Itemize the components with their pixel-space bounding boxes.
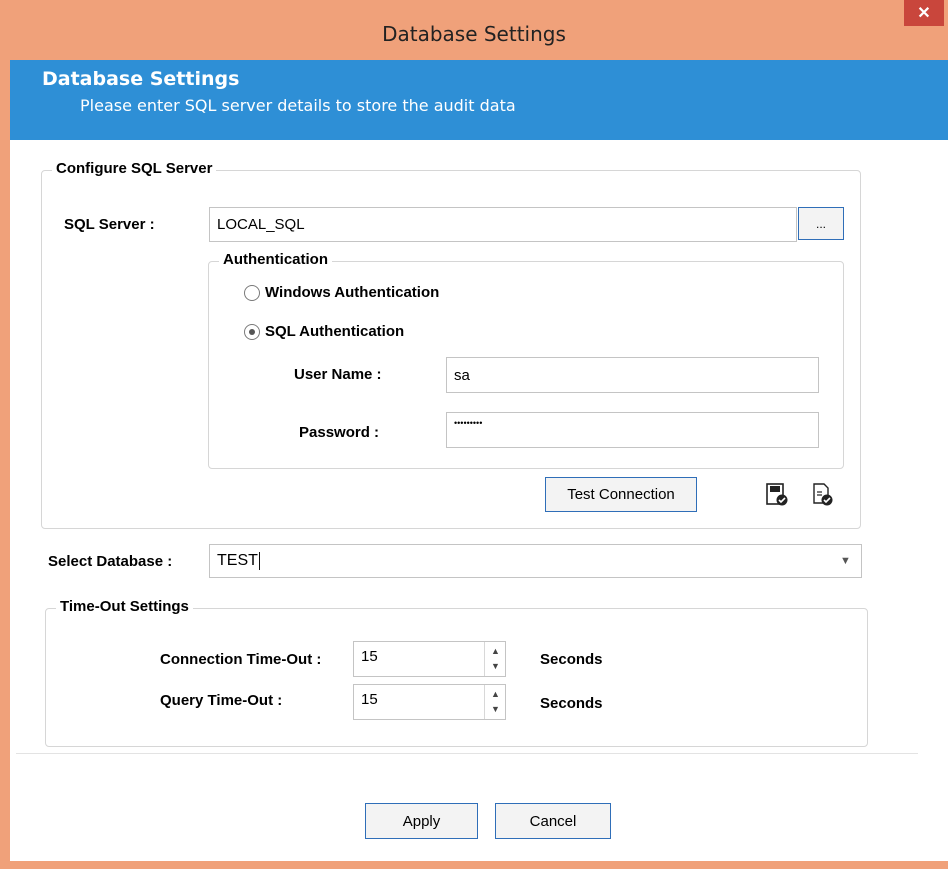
username-input[interactable]: sa [446,357,819,393]
apply-button[interactable]: Apply [365,803,478,839]
dialog-content: Database Settings Please enter SQL serve… [10,60,948,861]
test-connection-button[interactable]: Test Connection [545,477,697,512]
timeout-settings-group: Time-Out Settings [45,598,868,747]
window-title: Database Settings [382,22,566,46]
save-check-icon[interactable] [766,483,788,507]
timeout-settings-legend: Time-Out Settings [56,598,193,615]
query-timeout-spin[interactable]: ▲ ▼ [484,685,506,719]
banner-title: Database Settings [42,68,240,90]
connection-timeout-spin[interactable]: ▲ ▼ [484,642,506,676]
database-settings-window: Database Settings ✕ Database Settings Pl… [0,0,948,869]
browse-server-button[interactable]: ... [798,207,844,240]
connection-timeout-value: 15 [361,648,378,665]
text-cursor [258,552,260,570]
select-database-label: Select Database : [48,553,173,570]
connection-timeout-unit: Seconds [540,651,603,668]
select-database-dropdown[interactable]: TEST [209,544,862,578]
spin-down-icon[interactable]: ▼ [485,704,506,714]
title-bar[interactable]: Database Settings ✕ [0,0,948,60]
document-check-icon[interactable] [812,483,834,507]
sql-auth-radio[interactable] [244,324,260,340]
sql-server-label: SQL Server : [64,216,155,233]
username-label: User Name : [294,366,382,383]
cancel-button[interactable]: Cancel [495,803,611,839]
banner-subtitle: Please enter SQL server details to store… [80,96,516,115]
password-input[interactable]: ••••••••• [446,412,819,448]
configure-sql-server-legend: Configure SQL Server [52,160,217,177]
connection-timeout-label: Connection Time-Out : [160,651,322,668]
windows-auth-label[interactable]: Windows Authentication [265,284,439,301]
sql-auth-label[interactable]: SQL Authentication [265,323,404,340]
query-timeout-unit: Seconds [540,695,603,712]
header-banner: Database Settings Please enter SQL serve… [10,60,948,140]
close-button[interactable]: ✕ [904,0,944,26]
password-label: Password : [299,424,380,441]
windows-auth-radio[interactable] [244,285,260,301]
spin-down-icon[interactable]: ▼ [485,661,506,671]
authentication-legend: Authentication [219,251,332,268]
query-timeout-label: Query Time-Out : [160,692,283,709]
select-database-value: TEST [217,552,258,569]
footer-divider [16,753,918,754]
spin-up-icon[interactable]: ▲ [485,646,506,656]
spin-up-icon[interactable]: ▲ [485,689,506,699]
query-timeout-value: 15 [361,691,378,708]
chevron-down-icon[interactable]: ▼ [840,555,851,567]
sql-server-input[interactable]: LOCAL_SQL [209,207,797,242]
